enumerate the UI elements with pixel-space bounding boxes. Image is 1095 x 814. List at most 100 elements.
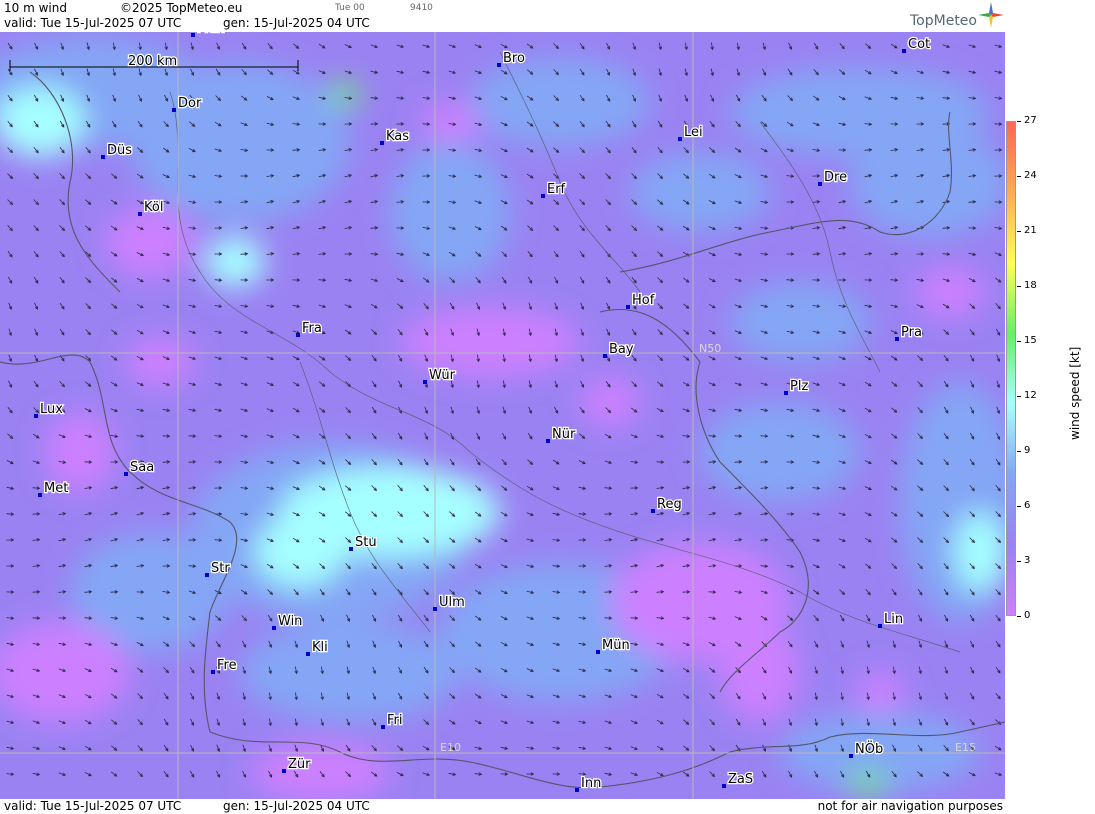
compass-logo-icon bbox=[978, 2, 1004, 28]
copyright: ©2025 TopMeteo.eu bbox=[120, 1, 243, 15]
city-dot-icon bbox=[138, 212, 142, 216]
city-dot-icon bbox=[124, 472, 128, 476]
legend-color-bar bbox=[1006, 121, 1016, 616]
city-dot-icon bbox=[603, 354, 607, 358]
legend-tick-mark bbox=[1017, 506, 1021, 507]
city-dot-icon bbox=[38, 493, 42, 497]
wind-map[interactable]: N50 E10 E15 200 km Mün Bro Cot Dor Kas Lei Düs… bbox=[0, 32, 1005, 799]
city-label: Hof bbox=[632, 293, 655, 308]
city-dot-icon bbox=[541, 194, 545, 198]
legend-tick-label: 3 bbox=[1024, 555, 1031, 566]
legend-tick-mark bbox=[1017, 616, 1021, 617]
legend-tick-mark bbox=[1017, 451, 1021, 452]
city-label: Saa bbox=[130, 460, 154, 475]
city-dot-icon bbox=[497, 63, 501, 67]
header: 10 m wind ©2025 TopMeteo.eu Tue 00 9410 … bbox=[0, 0, 1005, 32]
city-dot-icon bbox=[626, 305, 630, 309]
legend-tick-label: 24 bbox=[1024, 170, 1037, 181]
product-name: 10 m wind bbox=[4, 1, 67, 15]
city-dot-icon bbox=[546, 439, 550, 443]
city-label: Ulm bbox=[439, 595, 465, 610]
city-label: Lei bbox=[684, 125, 703, 140]
city-label: Kas bbox=[386, 129, 409, 144]
legend-tick-label: 21 bbox=[1024, 225, 1037, 236]
grid-label-e10: E10 bbox=[440, 741, 461, 754]
city-label: Düs bbox=[107, 143, 132, 158]
city-dot-icon bbox=[272, 626, 276, 630]
legend-tick-mark bbox=[1017, 286, 1021, 287]
city-dot-icon bbox=[651, 509, 655, 513]
legend-tick-mark bbox=[1017, 231, 1021, 232]
city-dot-icon bbox=[818, 182, 822, 186]
city-dot-icon bbox=[678, 137, 682, 141]
city-label: Cot bbox=[908, 37, 930, 52]
city-dot-icon bbox=[101, 155, 105, 159]
city-label: Zür bbox=[288, 757, 311, 772]
city-dot-icon bbox=[902, 49, 906, 53]
legend-title: wind speed [kt] bbox=[1068, 346, 1082, 440]
city-dot-icon bbox=[306, 652, 310, 656]
city-dot-icon bbox=[575, 788, 579, 792]
city-dot-icon bbox=[205, 573, 209, 577]
legend-tick-mark bbox=[1017, 176, 1021, 177]
city-dot-icon bbox=[349, 547, 353, 551]
city-label: Mün bbox=[197, 32, 225, 36]
city-label: Inn bbox=[581, 776, 601, 791]
city-dot-icon bbox=[34, 414, 38, 418]
city-marker[interactable]: NÖb bbox=[849, 739, 884, 758]
footer-generated-time: gen: 15-Jul-2025 04 UTC bbox=[223, 799, 370, 813]
run-code: 9410 bbox=[410, 3, 433, 13]
city-label: Win bbox=[278, 614, 302, 629]
city-label: Reg bbox=[657, 497, 682, 512]
city-dot-icon bbox=[784, 391, 788, 395]
city-label: Wür bbox=[429, 368, 456, 383]
city-dot-icon bbox=[596, 650, 600, 654]
disclaimer: not for air navigation purposes bbox=[817, 799, 1003, 813]
city-label: Bay bbox=[609, 342, 634, 357]
city-label: Erf bbox=[547, 182, 566, 197]
city-label: Nür bbox=[552, 427, 576, 442]
legend-tick-label: 12 bbox=[1024, 390, 1037, 401]
city-label: Str bbox=[211, 561, 230, 576]
city-dot-icon bbox=[296, 333, 300, 337]
footer-valid-time: valid: Tue 15-Jul-2025 07 UTC bbox=[4, 799, 182, 813]
city-label: Pra bbox=[901, 325, 922, 340]
city-label: Fri bbox=[387, 713, 403, 728]
city-label: Dre bbox=[824, 170, 847, 185]
city-dot-icon bbox=[849, 754, 853, 758]
city-dot-icon bbox=[191, 33, 195, 37]
topmeteo-logo-text[interactable]: TopMeteo bbox=[910, 13, 977, 29]
legend-tick-mark bbox=[1017, 561, 1021, 562]
city-label: ZaS bbox=[728, 772, 753, 787]
city-label: Fre bbox=[217, 658, 237, 673]
legend-tick-label: 18 bbox=[1024, 280, 1037, 291]
generated-time: gen: 15-Jul-2025 04 UTC bbox=[223, 16, 370, 30]
city-dot-icon bbox=[423, 380, 427, 384]
city-label: Met bbox=[44, 481, 68, 496]
city-label: Kli bbox=[312, 640, 328, 655]
legend-tick-mark bbox=[1017, 396, 1021, 397]
city-dot-icon bbox=[433, 607, 437, 611]
city-dot-icon bbox=[722, 784, 726, 788]
run-label: Tue 00 bbox=[335, 3, 365, 13]
city-label: NÖb bbox=[855, 740, 883, 757]
city-label: Stu bbox=[355, 535, 377, 550]
city-label: Dor bbox=[178, 96, 202, 111]
legend-tick-label: 9 bbox=[1024, 445, 1031, 456]
city-dot-icon bbox=[282, 769, 286, 773]
grid-label-e15: E15 bbox=[955, 741, 976, 754]
city-label: Lux bbox=[40, 402, 63, 417]
city-dot-icon bbox=[381, 725, 385, 729]
legend-tick-label: 27 bbox=[1024, 115, 1037, 126]
city-dot-icon bbox=[211, 670, 215, 674]
city-dot-icon bbox=[878, 624, 882, 628]
city-dot-icon bbox=[380, 141, 384, 145]
city-label: Lin bbox=[884, 612, 903, 627]
scale-label: 200 km bbox=[128, 54, 177, 69]
city-marker[interactable]: Mün bbox=[596, 637, 631, 654]
city-label: Bro bbox=[503, 51, 525, 66]
legend-tick-label: 0 bbox=[1024, 610, 1031, 621]
city-dot-icon bbox=[172, 108, 176, 112]
valid-time: valid: Tue 15-Jul-2025 07 UTC bbox=[4, 16, 182, 30]
grid-label-n50: N50 bbox=[699, 342, 721, 355]
